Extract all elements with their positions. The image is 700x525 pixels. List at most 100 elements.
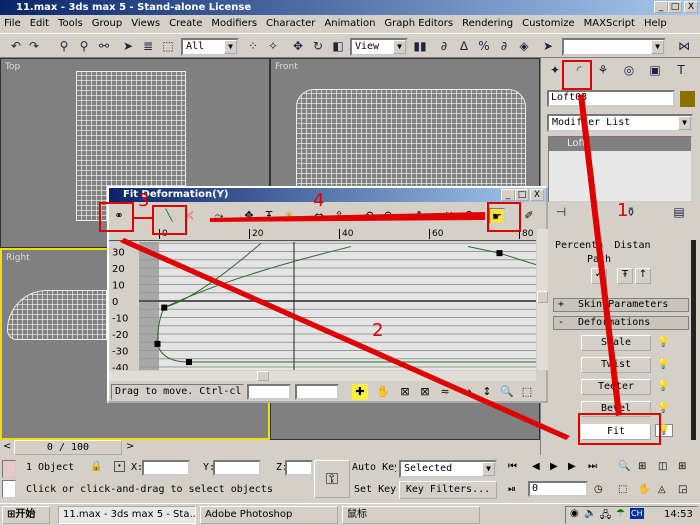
menu-rendering[interactable]: Rendering	[462, 15, 513, 33]
stack-item-loft[interactable]: Loft	[549, 137, 691, 151]
display-tab-icon[interactable]: ▣	[647, 62, 663, 78]
zoom-horizontal-icon[interactable]: ↔	[459, 384, 475, 400]
spinner-snap-icon[interactable]: ∂	[496, 38, 512, 54]
move-control-point-icon[interactable]: ✥	[241, 208, 257, 224]
select-by-name-icon[interactable]: ≣	[140, 38, 156, 54]
menu-modifiers[interactable]: Modifiers	[211, 15, 257, 33]
key-filters-button[interactable]: Key Filters...	[399, 481, 497, 499]
angle-snap-icon[interactable]: ∆	[456, 38, 472, 54]
next-shape-button[interactable]: ↑	[635, 268, 651, 284]
create-tab-icon[interactable]: ✦	[547, 62, 563, 78]
menu-edit[interactable]: Edit	[30, 15, 49, 33]
distance-radio[interactable]: Distan	[614, 240, 650, 251]
zoom-vertical-icon[interactable]: ↕	[479, 384, 495, 400]
teeter-deform-button[interactable]: Teeter	[581, 379, 651, 395]
menu-character[interactable]: Character	[266, 15, 315, 33]
zoom-extents-icon[interactable]: ◫	[658, 461, 667, 472]
maximize-button[interactable]: □	[668, 1, 682, 13]
zoom-extents-all-icon[interactable]: ⊞	[678, 461, 686, 472]
prev-shape-button[interactable]: Ŧ	[617, 268, 633, 284]
maximize-viewport-icon[interactable]: ◲	[678, 484, 687, 495]
pin-stack-icon[interactable]: ⊣	[553, 204, 569, 220]
scale-deform-button[interactable]: Scale	[581, 335, 651, 351]
dialog-close-button[interactable]: X	[530, 189, 544, 201]
menu-graph-editors[interactable]: Graph Editors	[384, 15, 453, 33]
bulb-toggle-icon[interactable]: 💡	[657, 381, 669, 392]
named-selection-icon[interactable]: ◈	[516, 38, 532, 54]
tray-umbrella-icon[interactable]: ☂	[616, 508, 625, 519]
object-name-field[interactable]: Loft03	[547, 90, 675, 107]
arc-rotate-icon[interactable]: ◬	[658, 484, 666, 495]
value-field[interactable]	[295, 384, 339, 400]
zoom-icon[interactable]: 🔍	[499, 384, 515, 400]
control-point[interactable]	[186, 359, 192, 366]
utilities-tab-icon[interactable]: T	[673, 62, 689, 78]
redo-icon[interactable]: ↷	[26, 38, 42, 54]
rotate-icon[interactable]: ↻	[310, 38, 326, 54]
unlink-icon[interactable]: ⚲	[76, 38, 92, 54]
menu-create[interactable]: Create	[169, 15, 202, 33]
zoom-region-icon[interactable]: ⬚	[519, 384, 535, 400]
current-frame-field[interactable]: 0	[528, 481, 588, 497]
horizontal-scrollbar[interactable]	[109, 371, 536, 381]
display-x-axis-icon[interactable]: ╲	[161, 208, 177, 224]
time-slider-thumb[interactable]: 0 / 100	[14, 440, 122, 455]
modify-tab-icon[interactable]: ◜	[571, 62, 587, 78]
named-selection-dropdown[interactable]: ▼	[562, 38, 666, 56]
edit-named-selection-icon[interactable]: ➤	[540, 38, 556, 54]
next-frame-icon[interactable]: ▶	[568, 461, 576, 472]
swap-deform-curves-icon[interactable]: ⤳	[211, 208, 227, 224]
taskbar-item-3dsmax[interactable]: 11.max - 3ds max 5 - Sta...	[58, 506, 196, 524]
taskbar-item-photoshop[interactable]: Adobe Photoshop	[200, 506, 338, 524]
reset-curve-icon[interactable]: ✕	[441, 208, 457, 224]
graph-canvas[interactable]: 30 20 10 0 -10 -20 -30 -40	[109, 242, 536, 370]
menu-animation[interactable]: Animation	[324, 15, 375, 33]
set-key-button[interactable]: Set Key	[354, 484, 396, 495]
selection-filter-dropdown[interactable]: All ▼	[181, 38, 239, 56]
zoom-icon[interactable]: 🔍	[618, 461, 630, 472]
absolute-mode-icon[interactable]: •	[114, 461, 125, 472]
pan-icon[interactable]: ✋	[638, 484, 650, 495]
menu-file[interactable]: File	[4, 15, 21, 33]
x-coordinate-field[interactable]	[142, 460, 190, 476]
close-button[interactable]: X	[684, 1, 698, 13]
control-point[interactable]	[154, 340, 161, 347]
dialog-minimize-button[interactable]: _	[501, 189, 515, 201]
pick-shape-button[interactable]: ✓	[591, 268, 607, 284]
pivot-icon[interactable]: ▮▮	[412, 38, 428, 54]
twist-deform-button[interactable]: Twist	[581, 357, 651, 373]
menu-views[interactable]: Views	[131, 15, 160, 33]
bulb-toggle-icon[interactable]: 💡	[657, 403, 669, 414]
generate-path-icon[interactable]: ✐	[521, 208, 537, 224]
control-point[interactable]	[496, 250, 503, 257]
fit-deform-button[interactable]: Fit	[581, 424, 651, 440]
motion-tab-icon[interactable]: ◎	[621, 62, 637, 78]
key-mode-icon[interactable]: ⏯	[508, 484, 516, 495]
key-selection-dropdown[interactable]: Selected ▼	[399, 460, 497, 478]
window-crossing-icon[interactable]: ⁘	[245, 38, 261, 54]
bulb-toggle-icon[interactable]: 💡	[657, 359, 669, 370]
bevel-deform-button[interactable]: Bevel	[581, 401, 651, 417]
region-zoom-icon[interactable]: ⬚	[618, 484, 627, 495]
bind-space-warp-icon[interactable]: ⚯	[96, 38, 112, 54]
auto-key-button[interactable]: Auto Key	[352, 462, 396, 473]
undo-icon[interactable]: ↶	[8, 38, 24, 54]
zoom-all-icon[interactable]: ⊞	[638, 461, 646, 472]
mirror-vertically-icon[interactable]: ⇧	[331, 208, 347, 224]
percentage-radio[interactable]: Percenta	[555, 240, 603, 251]
time-prev-button[interactable]: <	[3, 441, 11, 452]
menu-customize[interactable]: Customize	[522, 15, 575, 33]
make-symmetrical-icon[interactable]: ⚭	[111, 208, 127, 224]
deform-graph[interactable]: 30 20 10 0 -10 -20 -30 -40	[109, 242, 536, 370]
go-to-end-icon[interactable]: ⏭	[588, 461, 597, 472]
rotate-90-ccw-icon[interactable]: ↶	[361, 208, 377, 224]
zoom-extents-icon[interactable]: ⊠	[397, 384, 413, 400]
mirror-icon[interactable]: ⋈	[676, 38, 692, 54]
panel-scrollbar[interactable]	[691, 240, 696, 440]
rollout-skin-parameters[interactable]: + Skin Parameters	[553, 298, 689, 312]
lock-selection-icon[interactable]: 🔒	[90, 461, 102, 472]
y-coordinate-field[interactable]	[213, 460, 261, 476]
reference-coordinate-dropdown[interactable]: View ▼	[350, 38, 408, 56]
rollout-deformations[interactable]: - Deformations	[553, 316, 689, 330]
zoom-vertical-extents-icon[interactable]: ≈	[437, 384, 453, 400]
